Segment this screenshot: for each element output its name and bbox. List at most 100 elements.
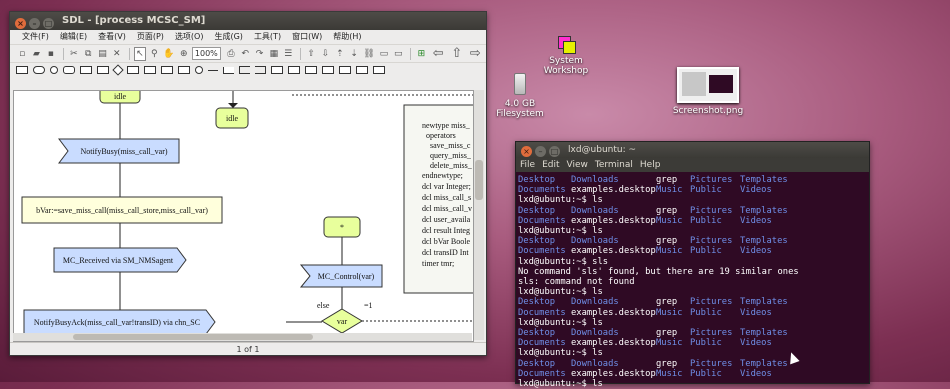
- copy-icon[interactable]: ⧉: [82, 47, 94, 61]
- redo-icon[interactable]: ↷: [253, 47, 265, 61]
- procedure-shape-icon[interactable]: [161, 66, 173, 74]
- menu-view[interactable]: 查看(V): [98, 32, 126, 41]
- menu-file[interactable]: File: [520, 160, 535, 170]
- menu-generate[interactable]: 生成(G): [214, 32, 242, 41]
- menu-tools[interactable]: 工具(T): [254, 32, 281, 41]
- line-shape-icon[interactable]: [208, 69, 218, 71]
- maximize-icon[interactable]: □: [43, 18, 54, 29]
- print-icon[interactable]: ⎙: [225, 47, 237, 61]
- arrow-down-icon[interactable]: ⇩: [319, 47, 331, 61]
- signal-out-shape-icon[interactable]: [80, 66, 92, 74]
- hierarchy-icon[interactable]: ⊞: [415, 47, 427, 61]
- rect-shape-icon[interactable]: [16, 66, 28, 74]
- doc2-icon[interactable]: ▭: [392, 47, 404, 61]
- terminal-titlebar[interactable]: × – □ lxd@ubuntu: ~: [516, 142, 869, 158]
- menu-help[interactable]: Help: [640, 160, 661, 170]
- input-notifybusy[interactable]: NotifyBusy(miss_call_var): [80, 147, 167, 156]
- desktop-icon-system-workshop[interactable]: System Workshop: [528, 36, 604, 76]
- terminal-ls-entry: grep: [656, 205, 678, 216]
- vertical-scrollbar[interactable]: [474, 90, 484, 340]
- output-mc-received[interactable]: MC_Received via SM_NMSagent: [63, 256, 174, 265]
- terminal-ls-entry: Pictures: [690, 236, 733, 247]
- text-shape-icon[interactable]: [305, 66, 317, 74]
- hexagon-shape-icon[interactable]: [127, 66, 139, 74]
- arrow-down-alt-icon[interactable]: ⇣: [348, 47, 360, 61]
- up-arrow-icon[interactable]: ⇧: [449, 46, 465, 61]
- zoom-select[interactable]: 100%: [191, 47, 221, 60]
- signal-in-shape-icon[interactable]: [97, 66, 109, 74]
- table-shape-icon[interactable]: [339, 66, 351, 74]
- terminal-ls-entry: Public: [690, 246, 722, 257]
- grid-icon[interactable]: ▦: [268, 47, 280, 61]
- ellipse-shape-icon[interactable]: [33, 66, 45, 74]
- terminal-ls-entry: Templates: [740, 205, 788, 216]
- menu-options[interactable]: 选项(O): [175, 32, 204, 41]
- elbow-line-icon[interactable]: [223, 66, 234, 74]
- align-icon[interactable]: ☰: [282, 47, 294, 61]
- horizontal-scrollbar[interactable]: [13, 333, 472, 341]
- comment-shape-icon[interactable]: [288, 66, 300, 74]
- menu-edit[interactable]: Edit: [542, 160, 559, 170]
- state-idle-2[interactable]: idle: [226, 114, 238, 123]
- terminal-ls-entry: grep: [656, 297, 678, 308]
- arrow-shape-icon[interactable]: [271, 66, 283, 74]
- open-folder-icon[interactable]: ▰: [30, 47, 42, 61]
- terminal-ls-entry: Public: [690, 215, 722, 226]
- maximize-icon[interactable]: □: [549, 146, 560, 157]
- grid-shape-icon[interactable]: [356, 66, 368, 74]
- menu-page[interactable]: 页面(P): [137, 32, 164, 41]
- arrow-up-alt-icon[interactable]: ⇡: [334, 47, 346, 61]
- stop-shape-icon[interactable]: [178, 66, 190, 74]
- menu-window[interactable]: 窗口(W): [292, 32, 322, 41]
- arrow-up-icon[interactable]: ⇧: [305, 47, 317, 61]
- menu-edit[interactable]: 编辑(E): [60, 32, 87, 41]
- forward-arrow-icon[interactable]: ⇨: [467, 46, 484, 61]
- svg-text:delete_miss_: delete_miss_: [430, 161, 473, 170]
- delete-icon[interactable]: ✕: [111, 47, 123, 61]
- state-star[interactable]: *: [340, 223, 344, 232]
- diagram-canvas[interactable]: idle NotifyBusy(miss_call_var) bVar:=sav…: [13, 90, 474, 342]
- menu-terminal[interactable]: Terminal: [595, 160, 633, 170]
- input-mc-control[interactable]: MC_Control(var): [318, 272, 375, 281]
- misc-shape-icon[interactable]: [373, 66, 385, 74]
- minimize-icon[interactable]: –: [535, 146, 546, 157]
- menu-file[interactable]: 文件(F): [22, 32, 49, 41]
- save-icon[interactable]: ▪: [45, 47, 57, 61]
- output-notify-ack[interactable]: NotifyBusyAck(miss_call_var!transID) via…: [34, 318, 200, 327]
- new-file-icon[interactable]: ▫: [16, 47, 28, 61]
- terminal-ls-entry: grep: [656, 358, 678, 369]
- back-arrow-icon[interactable]: ⇦: [430, 46, 447, 61]
- doc-icon[interactable]: ▭: [378, 47, 390, 61]
- menu-help[interactable]: 帮助(H): [333, 32, 361, 41]
- cut-icon[interactable]: ✂: [68, 47, 80, 61]
- minimize-icon[interactable]: –: [29, 18, 40, 29]
- task-shape-icon[interactable]: [144, 66, 156, 74]
- circle-shape-icon[interactable]: [50, 66, 58, 74]
- close-icon[interactable]: ×: [15, 18, 26, 29]
- terminal-text: No command 'sls' found, but there are 19…: [518, 266, 799, 277]
- state-shape-icon[interactable]: [63, 66, 75, 74]
- decision-shape-icon[interactable]: [112, 64, 124, 76]
- link-icon[interactable]: ⛓: [362, 47, 375, 61]
- task-bvar[interactable]: bVar:=save_miss_call(miss_call_store,mis…: [36, 206, 208, 215]
- terminal-ls-entry: Downloads: [571, 175, 619, 185]
- bracket-icon[interactable]: [239, 66, 250, 74]
- terminal-output[interactable]: Desktop Downloads grep Pictures Templates Doc…: [516, 172, 869, 389]
- note-shape-icon[interactable]: [322, 66, 334, 74]
- sdl-titlebar[interactable]: × – □ SDL - [process MCSC_SM]: [10, 12, 486, 30]
- desktop-icon-filesystem[interactable]: 4.0 GB Filesystem: [482, 73, 558, 119]
- terminal-text: lxd@ubuntu:~$ ls: [518, 226, 603, 237]
- connector-shape-icon[interactable]: [195, 66, 203, 74]
- state-idle-1[interactable]: idle: [114, 92, 126, 101]
- undo-icon[interactable]: ↶: [239, 47, 251, 61]
- pointer-icon[interactable]: ↖: [133, 46, 147, 61]
- menu-view[interactable]: View: [567, 160, 588, 170]
- zoom-fit-icon[interactable]: ⊕: [178, 47, 190, 61]
- decision-var[interactable]: var: [337, 317, 348, 326]
- paste-icon[interactable]: ▤: [96, 47, 108, 61]
- bracket2-icon[interactable]: [255, 66, 266, 74]
- desktop-icon-screenshot[interactable]: Screenshot.png: [670, 67, 746, 116]
- hand-icon[interactable]: ✋: [162, 47, 175, 61]
- zoom-icon[interactable]: ⚲: [148, 47, 160, 61]
- close-icon[interactable]: ×: [521, 146, 532, 157]
